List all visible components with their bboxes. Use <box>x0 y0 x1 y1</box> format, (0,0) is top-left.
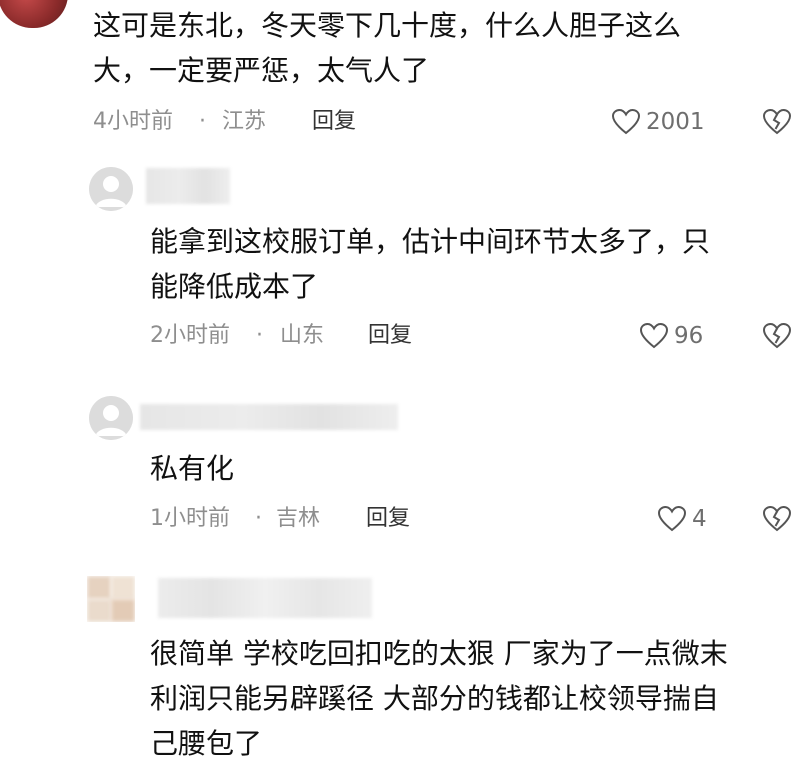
comment-time: 2小时前 <box>150 323 230 348</box>
like-count: 96 <box>674 323 704 349</box>
username-redacted <box>158 578 372 618</box>
like-count: 4 <box>692 506 707 532</box>
comment-location: 山东 <box>280 323 325 348</box>
comment-text-line: 利润只能另辟蹊径 大部分的钱都让校领导揣自 <box>150 682 719 715</box>
like-button[interactable]: 2001 <box>612 107 705 137</box>
separator-dot: · <box>256 323 263 348</box>
like-button[interactable]: 4 <box>658 504 707 534</box>
separator-dot: · <box>255 506 262 531</box>
comment-text-line: 这可是东北，冬天零下几十度，什么人胆子这么 <box>93 9 682 42</box>
comment-time: 1小时前 <box>150 506 230 531</box>
broken-heart-icon[interactable] <box>763 109 791 135</box>
comment-text-line: 大，一定要严惩，太气人了 <box>93 54 430 87</box>
heart-outline-icon <box>640 323 668 349</box>
heart-outline-icon <box>612 109 640 135</box>
broken-heart-icon[interactable] <box>763 506 791 532</box>
reply-button[interactable]: 回复 <box>368 321 412 351</box>
username-redacted <box>140 404 398 430</box>
default-avatar-icon[interactable] <box>89 396 133 440</box>
broken-heart-icon[interactable] <box>763 323 791 349</box>
comment-location: 江苏 <box>222 109 267 134</box>
comment-text-line: 己腰包了 <box>150 727 263 760</box>
default-avatar-icon[interactable] <box>89 167 133 211</box>
heart-outline-icon <box>658 506 686 532</box>
reply-button[interactable]: 回复 <box>366 504 410 534</box>
username-redacted <box>146 168 230 204</box>
separator-dot: · <box>199 109 206 134</box>
like-button[interactable]: 96 <box>640 321 703 351</box>
avatar[interactable] <box>87 576 135 622</box>
reply-button[interactable]: 回复 <box>312 107 356 137</box>
comment-location: 吉林 <box>276 506 321 531</box>
comment-text-line: 很简单 学校吃回扣吃的太狠 厂家为了一点微末 <box>150 637 728 670</box>
comment-time: 4小时前 <box>93 109 173 134</box>
comment-text-line: 能拿到这校服订单，估计中间环节太多了，只 <box>150 225 711 258</box>
comment-text-line: 能降低成本了 <box>150 270 319 303</box>
like-count: 2001 <box>646 109 705 135</box>
comment-text-line: 私有化 <box>150 452 235 485</box>
avatar[interactable] <box>0 0 68 28</box>
